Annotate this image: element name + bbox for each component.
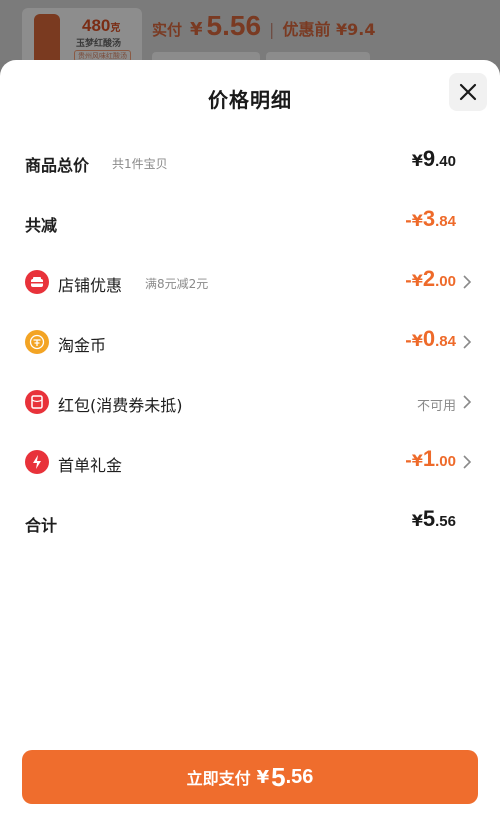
thumb-weight: 480克 (82, 16, 121, 35)
chevron-right-icon (463, 395, 472, 409)
amount-decimal: .56 (435, 513, 456, 530)
chevron-right-icon (463, 335, 472, 349)
close-icon (459, 83, 477, 101)
amount-sign: ¥ (411, 151, 423, 170)
pay-yen: ¥ (190, 19, 203, 40)
amount-integer: 2 (422, 266, 436, 291)
red-packet-status: 不可用 (417, 386, 456, 414)
amount-decimal: .00 (435, 453, 456, 470)
amount-decimal: .40 (435, 153, 456, 170)
amount-decimal: .84 (435, 333, 456, 350)
store-coupon-icon (25, 270, 49, 294)
amount-integer: 3 (422, 206, 436, 231)
pay-now-sign: ¥ (256, 766, 270, 788)
chevron-right-icon (463, 275, 472, 289)
red-packet-icon (25, 390, 49, 414)
product-header-backdrop: 480克 玉梦红酸汤 贵州风味红酸汤 实付 ¥ 5.56 | 优惠前 ¥9.4 (0, 0, 500, 66)
row-red-packet[interactable]: 红包(消费券未抵) 不可用 (0, 382, 500, 422)
sum-amount: ¥5.56 (412, 506, 456, 532)
first-order-label: 首单礼金 (58, 456, 123, 475)
reduction-label: 共减 (25, 216, 58, 235)
amount-sign: -¥ (405, 211, 423, 230)
bottle-image (34, 14, 60, 66)
amount-integer: 0 (422, 326, 436, 351)
thumb-product-name: 玉梦红酸汤 (76, 39, 122, 49)
chevron-right-icon (463, 455, 472, 469)
gold-coin-label: 淘金币 (58, 336, 107, 355)
red-packet-label: 红包(消费券未抵) (58, 396, 183, 415)
price-separator: | (269, 20, 275, 39)
close-button[interactable] (449, 73, 487, 111)
amount-sign: ¥ (411, 511, 423, 530)
pay-now-integer: 5 (271, 761, 286, 792)
store-discount-amount: -¥ 2.00 (405, 266, 456, 292)
store-discount-rule: 满8元减2元 (145, 277, 209, 291)
price-detail-sheet: 价格明细 商品总价 共1件宝贝 ¥9.40 共减 -¥ 3.84 店铺优惠 满8元… (0, 60, 500, 825)
pay-label: 实付 (152, 21, 183, 39)
row-sum-total: 合计 ¥5.56 (0, 502, 500, 542)
goods-total-label: 商品总价 (25, 156, 90, 175)
goods-total-amount: ¥9.40 (412, 146, 456, 172)
amount-decimal: .84 (435, 213, 456, 230)
pay-now-label: 立即支付 (186, 769, 251, 788)
row-first-order-gift[interactable]: 首单礼金 -¥ 1.00 (0, 442, 500, 482)
amount-integer: 1 (422, 446, 436, 471)
reduction-amount: -¥ 3.84 (405, 206, 456, 232)
amount-integer: 5 (422, 506, 436, 531)
unavailable-text: 不可用 (416, 399, 456, 414)
sum-label: 合计 (25, 516, 58, 535)
gold-coin-icon (25, 330, 49, 354)
amount-sign: -¥ (405, 451, 423, 470)
store-discount-label: 店铺优惠 (58, 276, 123, 295)
row-goods-total: 商品总价 共1件宝贝 ¥9.40 (0, 142, 500, 182)
pay-amount: 5.56 (206, 10, 262, 41)
amount-decimal: .00 (435, 273, 456, 290)
row-store-discount[interactable]: 店铺优惠 满8元减2元 -¥ 2.00 (0, 262, 500, 302)
amount-sign: -¥ (405, 271, 423, 290)
sheet-title: 价格明细 (208, 88, 292, 112)
original-price: 优惠前 ¥9.4 (282, 20, 376, 39)
gold-coin-amount: -¥ 0.84 (405, 326, 456, 352)
first-order-amount: -¥ 1.00 (405, 446, 456, 472)
header-price: 实付 ¥ 5.56 | 优惠前 ¥9.4 (152, 10, 376, 42)
lightning-icon (25, 450, 49, 474)
product-thumbnail: 480克 玉梦红酸汤 贵州风味红酸汤 (22, 8, 142, 66)
pay-now-button[interactable]: 立即支付 ¥ 5 .56 (22, 750, 478, 804)
pay-now-decimal: .56 (285, 765, 314, 788)
amount-integer: 9 (422, 146, 436, 171)
amount-sign: -¥ (405, 331, 423, 350)
row-gold-coin[interactable]: 淘金币 -¥ 0.84 (0, 322, 500, 362)
goods-count: 共1件宝贝 (112, 157, 168, 171)
row-total-reduction: 共减 -¥ 3.84 (0, 202, 500, 242)
